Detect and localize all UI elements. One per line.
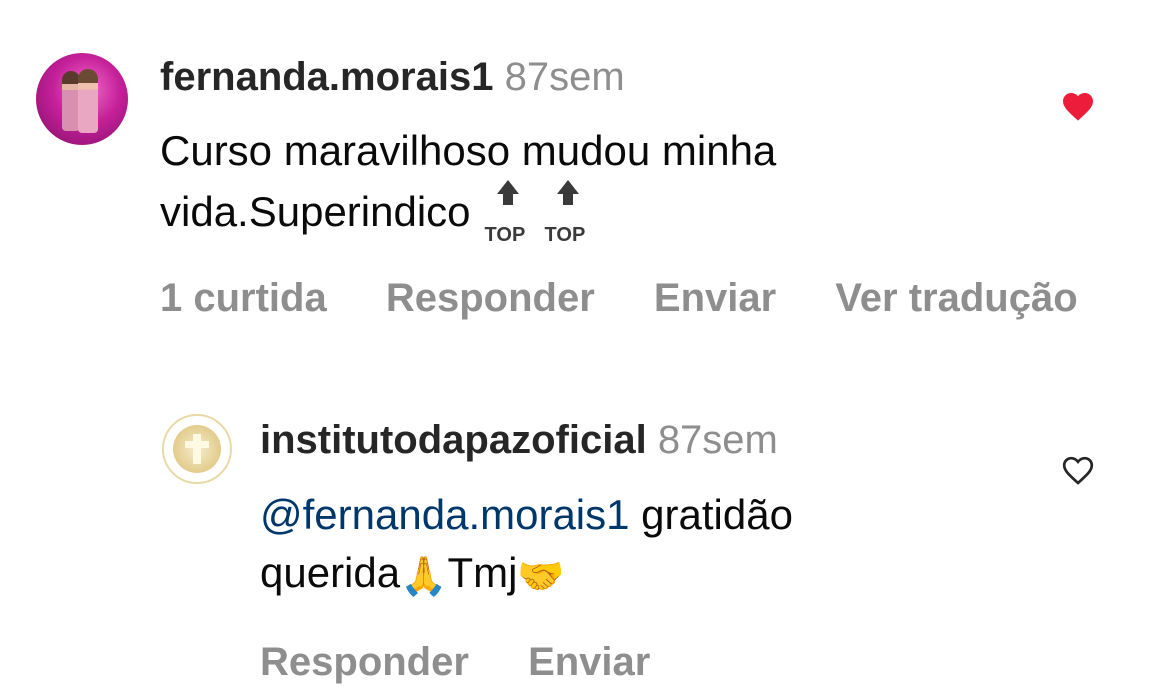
handshake-emoji-icon: 🤝 [517, 554, 565, 598]
comment-text: Curso maravilhoso mudou minha vida.Super… [160, 122, 777, 246]
mention-link[interactable]: @fernanda.morais1 [260, 491, 630, 538]
comment-time: 87sem [504, 55, 625, 99]
avatar-figure [78, 69, 98, 133]
comment-text-line2: vida.Superindico [160, 188, 471, 235]
reply-text-part: Tmj [447, 549, 518, 596]
reply-time: 87sem [657, 418, 778, 462]
translate-button[interactable]: Ver tradução [835, 276, 1077, 321]
pray-emoji-icon: 🙏 [400, 554, 448, 598]
reply-text-part: gratidão [629, 491, 793, 538]
top-badge-label: TOP [484, 224, 526, 246]
reply-button[interactable]: Responder [260, 640, 469, 685]
comment-header: fernanda.morais1 87sem [160, 55, 625, 100]
comment-username[interactable]: fernanda.morais1 [160, 55, 493, 99]
cross-icon-bar [185, 441, 209, 448]
send-button[interactable]: Enviar [654, 276, 776, 321]
cross-icon [193, 434, 201, 464]
avatar[interactable] [36, 53, 128, 145]
reply-button[interactable]: Responder [386, 276, 595, 321]
top-arrow-icon: TOP [545, 180, 591, 246]
heart-outline-icon[interactable] [1060, 452, 1096, 486]
heart-filled-icon[interactable] [1060, 88, 1096, 122]
top-arrow-icon: TOP [485, 180, 531, 246]
reply-text-line: querida🙏Tmj🤝 [260, 544, 793, 605]
reply-actions: Responder Enviar [260, 640, 698, 685]
reply-text: @fernanda.morais1 gratidão querida🙏Tmj🤝 [260, 486, 793, 605]
reply-text-part: querida [260, 549, 401, 596]
send-button[interactable]: Enviar [528, 640, 650, 685]
comment-text-line: Curso maravilhoso mudou minha [160, 127, 777, 174]
avatar[interactable] [162, 414, 232, 484]
top-badge-label: TOP [544, 224, 586, 246]
reply-username[interactable]: institutodapazoficial [260, 418, 647, 462]
likes-count-link[interactable]: 1 curtida [160, 276, 327, 321]
reply-header: institutodapazoficial 87sem [260, 418, 778, 463]
comment-actions: 1 curtida Responder Enviar Ver tradução [160, 276, 1126, 321]
reply-text-line: @fernanda.morais1 gratidão [260, 486, 793, 544]
comment-text-line: vida.Superindico TOP TOP [160, 180, 776, 246]
